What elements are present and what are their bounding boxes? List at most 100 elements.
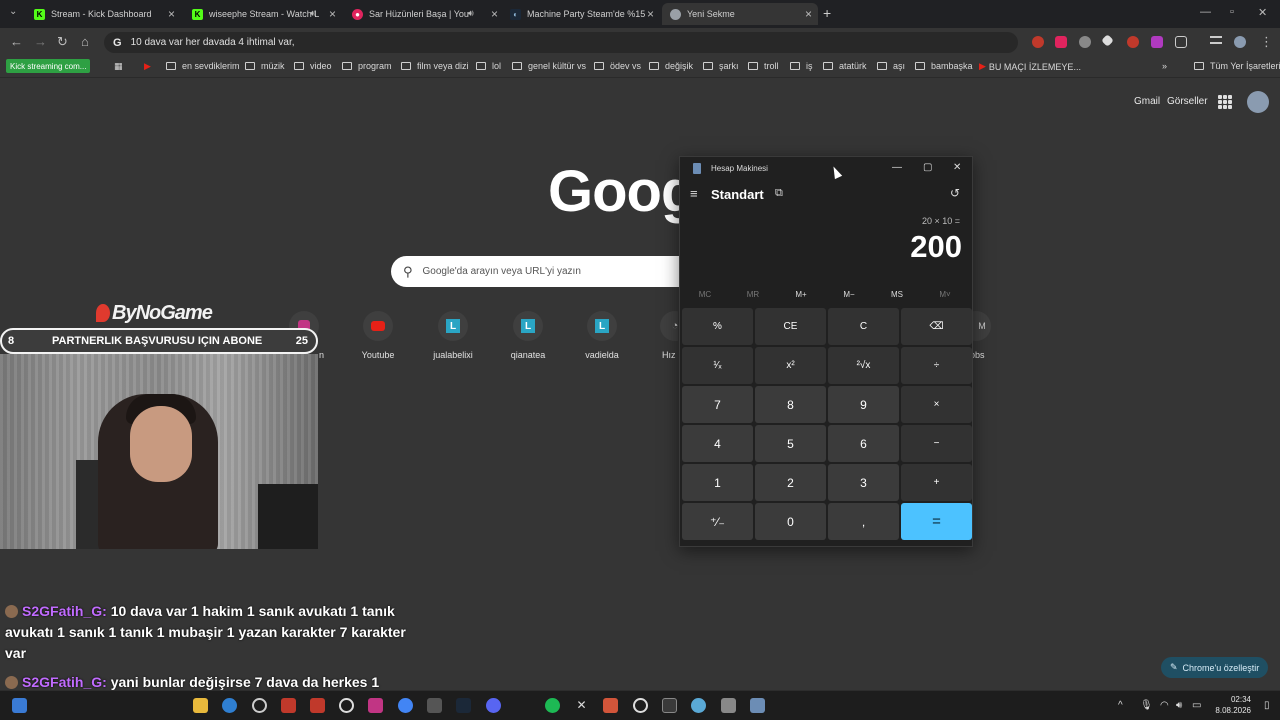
- account-avatar[interactable]: [1247, 91, 1269, 113]
- file-explorer-icon[interactable]: [193, 698, 208, 713]
- chrome-icon[interactable]: [398, 698, 413, 713]
- clear-entry-button[interactable]: CE: [755, 308, 826, 345]
- clear-button[interactable]: C: [828, 308, 899, 345]
- profile-icon[interactable]: [1234, 36, 1246, 48]
- netflix-icon[interactable]: [310, 698, 325, 713]
- shortcut-qianatea[interactable]: L qianatea: [498, 311, 558, 360]
- close-tab-icon[interactable]: ×: [329, 7, 336, 21]
- bookmark-folder[interactable]: iş: [790, 61, 813, 71]
- digit-4-button[interactable]: 4: [682, 425, 753, 462]
- backspace-button[interactable]: ⌫: [901, 308, 972, 345]
- extension-icon[interactable]: [1127, 36, 1139, 48]
- close-tab-icon[interactable]: ×: [805, 7, 812, 21]
- close-icon[interactable]: ✕: [953, 162, 961, 173]
- all-bookmarks[interactable]: Tüm Yer İşaretleri: [1194, 61, 1280, 71]
- memory-clear-button[interactable]: MC: [685, 290, 725, 299]
- spotify-icon[interactable]: [545, 698, 560, 713]
- edge-icon[interactable]: [222, 698, 237, 713]
- bookmark-folder[interactable]: genel kültür vs: [512, 61, 586, 71]
- calculator-titlebar[interactable]: Hesap Makinesi — ▢ ✕: [680, 157, 972, 181]
- bookmark-folder[interactable]: şarkı: [703, 61, 739, 71]
- close-tab-icon[interactable]: ×: [647, 7, 654, 21]
- maximize-icon[interactable]: ▢: [923, 162, 932, 173]
- tab-kick-dashboard[interactable]: K Stream - Kick Dashboard ×: [26, 3, 181, 25]
- chatgpt-icon[interactable]: [339, 698, 354, 713]
- bookmark-folder[interactable]: program: [342, 61, 392, 71]
- notification-icon[interactable]: ▯: [1264, 700, 1270, 711]
- close-window-icon[interactable]: ✕: [1258, 6, 1267, 19]
- negate-button[interactable]: ⁺⁄₋: [682, 503, 753, 540]
- digit-6-button[interactable]: 6: [828, 425, 899, 462]
- extensions-puzzle-icon[interactable]: [1175, 36, 1187, 48]
- menu-dots-icon[interactable]: ⋮: [1260, 34, 1273, 50]
- discord-icon[interactable]: [486, 698, 501, 713]
- bookmark-folder[interactable]: atatürk: [823, 61, 867, 71]
- bookmark-kick[interactable]: Kick streaming com...: [6, 59, 91, 73]
- volume-icon[interactable]: 🔊︎: [1176, 700, 1182, 711]
- bookmark-youtube-video[interactable]: ▶ BU MAÇI İZLEMEYE...: [979, 61, 1081, 72]
- add-button[interactable]: +: [901, 464, 972, 501]
- bookmark-folder[interactable]: lol: [476, 61, 501, 71]
- home-icon[interactable]: ⌂: [81, 34, 89, 49]
- shortcut-jualabelixi[interactable]: L jualabelixi: [423, 311, 483, 360]
- subtract-button[interactable]: −: [901, 425, 972, 462]
- start-icon[interactable]: [12, 698, 27, 713]
- square-root-button[interactable]: ²√x: [828, 347, 899, 384]
- tab-youtube-music[interactable]: ● Sar Hüzünleri Başa | YouTube 🔊︎ ×: [344, 3, 504, 25]
- extension-icon[interactable]: [1101, 34, 1114, 47]
- restore-icon[interactable]: ▫: [1230, 6, 1234, 18]
- speaker-icon[interactable]: 🔊︎: [310, 8, 316, 19]
- x-icon[interactable]: ✕: [574, 698, 589, 713]
- extension-icon[interactable]: [1055, 36, 1067, 48]
- instagram-icon[interactable]: [368, 698, 383, 713]
- minimize-icon[interactable]: —: [892, 162, 902, 173]
- digit-5-button[interactable]: 5: [755, 425, 826, 462]
- bookmark-folder[interactable]: aşı: [877, 61, 905, 71]
- percent-button[interactable]: %: [682, 308, 753, 345]
- google-search-input[interactable]: ⚲ Google'da arayın veya URL'yi yazın: [391, 256, 691, 287]
- minimize-icon[interactable]: —: [1200, 6, 1211, 18]
- app-icon[interactable]: [603, 698, 618, 713]
- wifi-icon[interactable]: ◠: [1160, 700, 1169, 711]
- bookmark-folder[interactable]: bambaşka: [915, 61, 973, 71]
- more-bookmarks-icon[interactable]: »: [1162, 61, 1167, 71]
- bookmark-folder[interactable]: değişik: [649, 61, 693, 71]
- shortcut-speed-test[interactable]: ◔ Hız T: [646, 311, 678, 360]
- battery-icon[interactable]: ▭: [1192, 700, 1201, 711]
- address-bar[interactable]: G 10 dava var her davada 4 ihtimal var,: [104, 32, 1018, 53]
- digit-9-button[interactable]: 9: [828, 386, 899, 423]
- memory-recall-button[interactable]: MR: [733, 290, 773, 299]
- system-clock[interactable]: 02:34 8.08.2026: [1207, 694, 1251, 716]
- back-icon[interactable]: ←: [10, 34, 23, 49]
- history-icon[interactable]: ↺: [950, 186, 960, 200]
- reciprocal-button[interactable]: ¹⁄ₓ: [682, 347, 753, 384]
- keep-on-top-icon[interactable]: ⧉: [775, 187, 783, 200]
- digit-0-button[interactable]: 0: [755, 503, 826, 540]
- gmail-link[interactable]: Gmail: [1134, 96, 1160, 107]
- digit-8-button[interactable]: 8: [755, 386, 826, 423]
- gauge-icon[interactable]: [252, 698, 267, 713]
- multiply-button[interactable]: ×: [901, 386, 972, 423]
- digit-1-button[interactable]: 1: [682, 464, 753, 501]
- reload-icon[interactable]: ↻: [57, 34, 68, 50]
- app-icon[interactable]: [691, 698, 706, 713]
- google-apps-icon[interactable]: [1218, 95, 1232, 109]
- microphone-icon[interactable]: 🎙︎: [1140, 700, 1153, 711]
- tab-steam[interactable]: ◐ Machine Party Steam'de %15 İn ×: [502, 3, 660, 25]
- tab-wiseephe-stream[interactable]: K wiseephe Stream - Watch Li 🔊︎ ×: [184, 3, 342, 25]
- memory-store-button[interactable]: MS: [877, 290, 917, 299]
- digit-2-button[interactable]: 2: [755, 464, 826, 501]
- bookmark-folder[interactable]: film veya dizi: [401, 61, 469, 71]
- memory-add-button[interactable]: M+: [781, 290, 821, 299]
- extension-icon[interactable]: [1151, 36, 1163, 48]
- bookmark-folder[interactable]: en sevdiklerim: [166, 61, 240, 71]
- youtube-icon[interactable]: ▶: [144, 61, 151, 72]
- extension-icon[interactable]: [1032, 36, 1044, 48]
- close-tab-icon[interactable]: ×: [491, 7, 498, 21]
- tab-new-tab[interactable]: Yeni Sekme ×: [662, 3, 818, 25]
- steam-icon[interactable]: [456, 698, 471, 713]
- app-icon[interactable]: [721, 698, 736, 713]
- bookmark-folder[interactable]: troll: [748, 61, 779, 71]
- chevron-up-icon[interactable]: ^: [1118, 700, 1123, 711]
- bookmark-folder[interactable]: video: [294, 61, 332, 71]
